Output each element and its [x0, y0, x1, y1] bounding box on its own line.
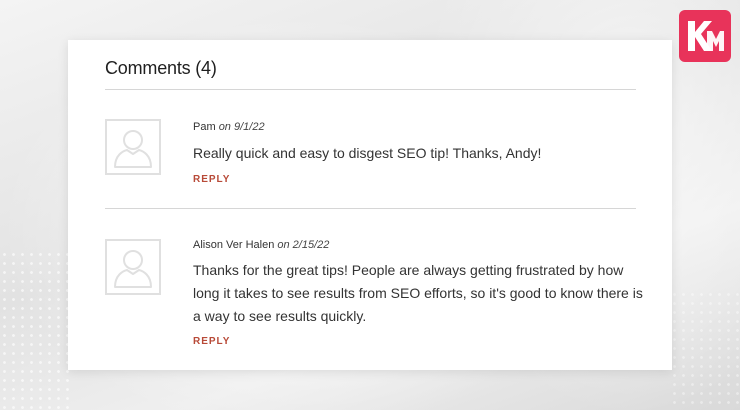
user-placeholder-icon: [114, 250, 152, 288]
comment-text: Thanks for the great tips! People are al…: [193, 262, 643, 324]
comment-author: Pam: [193, 121, 216, 133]
comment-text: Really quick and easy to disgest SEO tip…: [193, 145, 542, 161]
avatar: [105, 239, 161, 295]
avatar: [105, 119, 161, 175]
km-logo-icon[interactable]: [679, 10, 731, 62]
comment-meta: Pam on 9/1/22: [193, 121, 265, 133]
user-placeholder-icon: [114, 130, 152, 168]
reply-button[interactable]: REPLY: [193, 174, 230, 185]
decorative-dots: [0, 250, 70, 410]
comment-date: on 9/1/22: [218, 121, 265, 133]
comment-date: on 2/15/22: [277, 239, 330, 251]
comment-divider: [105, 208, 636, 209]
heading-divider: [105, 89, 636, 90]
reply-button[interactable]: REPLY: [193, 336, 230, 347]
comment-meta: Alison Ver Halen on 2/15/22: [193, 239, 329, 251]
comments-card: Comments (4) Pam on 9/1/22 Really quick …: [68, 40, 672, 370]
decorative-dots: [670, 290, 740, 410]
comments-heading: Comments (4): [105, 58, 217, 78]
comment-author: Alison Ver Halen: [193, 239, 275, 251]
km-logo-mark: [688, 21, 724, 51]
